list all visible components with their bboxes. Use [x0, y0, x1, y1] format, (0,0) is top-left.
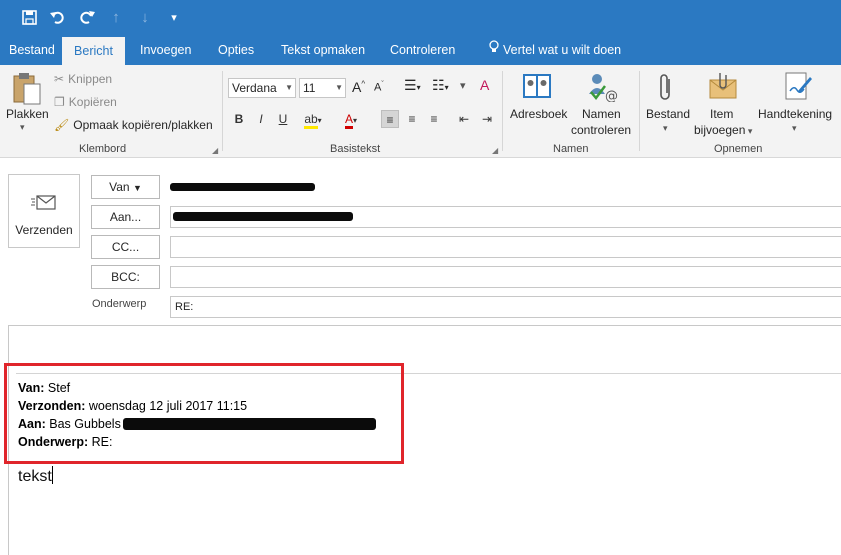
highlight-color-icon[interactable]: ab▾ [300, 110, 326, 129]
font-size-value: 11 [303, 81, 316, 95]
align-right-icon[interactable]: ≡ [425, 110, 443, 128]
cc-field[interactable] [170, 236, 841, 258]
up-arrow-icon[interactable]: ↑ [105, 6, 127, 28]
group-label-include: Opnemen [714, 143, 763, 155]
to-field[interactable] [170, 206, 841, 228]
attach-item-label-2[interactable]: bijvoegen ▾ [694, 123, 752, 137]
tell-me-search[interactable]: Vertel wat u wilt doen [480, 35, 630, 65]
format-painter-label: Opmaak kopiëren/plakken [73, 118, 213, 132]
copy-icon: ❐ [54, 95, 65, 109]
send-icon [31, 193, 59, 216]
to-redacted [173, 212, 353, 221]
attach-file-button[interactable]: Bestand [646, 107, 690, 121]
cc-button[interactable]: CC... [91, 235, 160, 259]
check-names-icon[interactable]: @ [587, 72, 619, 105]
tab-message[interactable]: Bericht [62, 37, 125, 65]
group-label-clipboard: Klembord [79, 143, 127, 155]
shrink-font-icon[interactable]: Aˇ [374, 81, 384, 94]
from-button[interactable]: Van ▼ [91, 175, 160, 199]
chevron-down-icon[interactable]: ▾ [663, 123, 668, 134]
italic-icon[interactable]: I [252, 110, 270, 128]
attach-item-icon[interactable] [708, 71, 738, 104]
font-name-value: Verdana [232, 81, 277, 95]
paste-button[interactable]: Plakken [6, 107, 49, 121]
subject-label: Onderwerp [92, 298, 147, 310]
font-size-select[interactable]: 11 ▼ [299, 78, 346, 98]
font-color-icon[interactable]: A▾ [338, 110, 364, 129]
group-label-basic-text: Basistekst [330, 143, 381, 155]
bcc-button[interactable]: BCC: [91, 265, 160, 289]
tell-me-label: Vertel wat u wilt doen [503, 43, 622, 57]
copy-button[interactable]: ❐ Kopiëren [54, 95, 117, 109]
signature-button[interactable]: Handtekening [758, 107, 832, 121]
body-text[interactable]: tekst [18, 466, 53, 486]
paste-icon[interactable] [12, 71, 42, 108]
check-names-label-2[interactable]: controleren [571, 123, 631, 137]
chevron-down-icon: ▼ [335, 83, 343, 92]
chevron-down-icon: ▾ [745, 126, 753, 136]
bcc-field[interactable] [170, 266, 841, 288]
body-text-value: tekst [18, 468, 52, 485]
align-center-icon[interactable]: ≡ [403, 110, 421, 128]
address-book-button[interactable]: Adresboek [510, 107, 567, 121]
text-cursor [51, 466, 53, 484]
quick-access-toolbar: ↑ ↓ ▾ [0, 0, 841, 35]
send-button[interactable]: Verzenden [8, 174, 80, 248]
svg-text:@: @ [605, 89, 618, 102]
cut-label: Knippen [68, 72, 113, 86]
paintbrush-icon: 🖌 [54, 118, 70, 132]
attach-item-label-2-text: bijvoegen [694, 123, 746, 137]
check-names-label-1[interactable]: Namen [582, 107, 621, 121]
copy-label: Kopiëren [68, 95, 117, 109]
basic-text-launcher-icon[interactable]: ◢ [492, 146, 500, 155]
redo-icon[interactable] [76, 6, 98, 28]
to-button[interactable]: Aan... [91, 205, 160, 229]
scissors-icon: ✂ [54, 72, 65, 86]
highlight-box [4, 363, 404, 464]
tab-file[interactable]: Bestand [0, 35, 64, 65]
address-book-icon[interactable] [522, 72, 552, 103]
save-icon[interactable] [18, 6, 40, 28]
clear-formatting-icon[interactable]: A [480, 77, 489, 93]
cut-button[interactable]: ✂ Knippen [54, 72, 112, 86]
from-label: Van [109, 180, 130, 194]
lightbulb-icon [489, 35, 499, 65]
tab-format-text[interactable]: Tekst opmaken [272, 35, 374, 65]
down-arrow-icon[interactable]: ↓ [134, 6, 156, 28]
font-name-select[interactable]: Verdana ▼ [228, 78, 296, 98]
separator [222, 71, 223, 151]
separator [639, 71, 640, 151]
signature-icon[interactable] [784, 71, 812, 104]
align-left-icon[interactable]: ≡ [381, 110, 399, 128]
chevron-down-icon[interactable]: ▾ [792, 123, 797, 134]
tab-review[interactable]: Controleren [381, 35, 464, 65]
grow-font-icon[interactable]: A^ [352, 79, 365, 95]
paperclip-icon[interactable] [659, 73, 673, 104]
send-label: Verzenden [15, 223, 73, 237]
subject-field[interactable]: RE: [170, 296, 841, 318]
clipboard-launcher-icon[interactable]: ◢ [212, 146, 220, 155]
customize-icon[interactable]: ▾ [163, 6, 185, 28]
paste-dropdown-icon[interactable]: ▾ [20, 122, 25, 133]
undo-icon[interactable] [47, 6, 69, 28]
tab-insert[interactable]: Invoegen [131, 35, 200, 65]
from-redacted [170, 183, 315, 191]
ribbon-tabs: Bestand Bericht Invoegen Opties Tekst op… [0, 35, 841, 65]
decrease-indent-icon[interactable]: ⇤ [455, 110, 473, 128]
group-label-names: Namen [553, 143, 589, 155]
numbering-icon[interactable]: ☷▾ [432, 77, 449, 94]
attach-item-label-1[interactable]: Item [710, 107, 733, 121]
chevron-down-icon: ▼ [285, 83, 293, 92]
increase-indent-icon[interactable]: ⇥ [478, 110, 496, 128]
styles-dropdown-icon[interactable]: ▾ [460, 79, 466, 92]
underline-icon[interactable]: U [274, 110, 292, 128]
bold-icon[interactable]: B [230, 110, 248, 128]
chevron-down-icon: ▼ [132, 183, 142, 193]
ribbon: Plakken ▾ ✂ Knippen ❐ Kopiëren 🖌 Opmaak kop… [0, 65, 841, 158]
tab-options[interactable]: Opties [209, 35, 263, 65]
separator [502, 71, 503, 151]
format-painter-button[interactable]: 🖌 Opmaak kopiëren/plakken [54, 118, 213, 132]
bullets-icon[interactable]: ☰▾ [404, 77, 421, 94]
